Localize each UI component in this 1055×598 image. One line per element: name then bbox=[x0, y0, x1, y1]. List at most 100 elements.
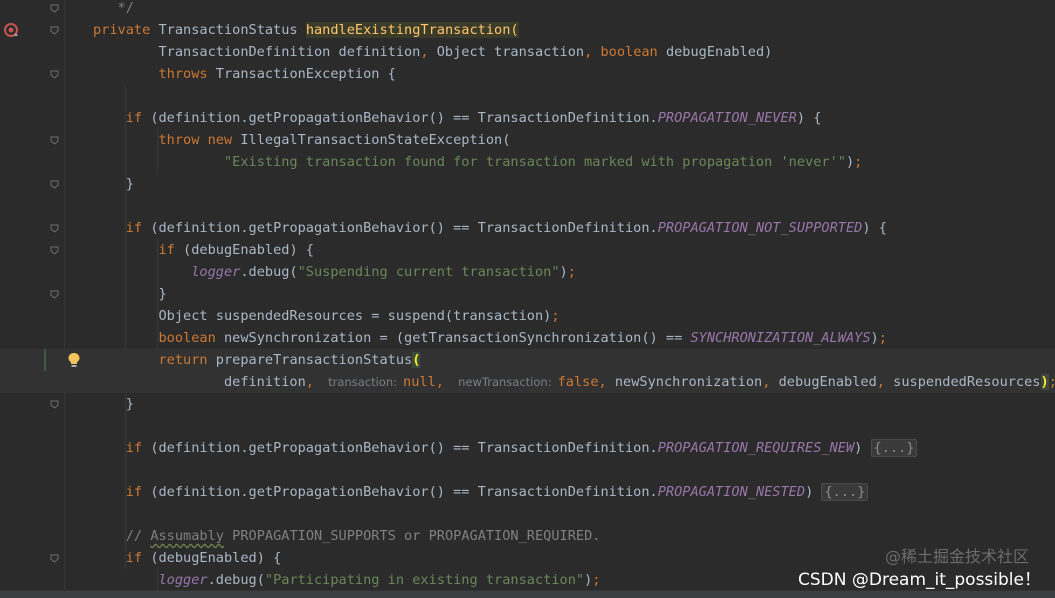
folded-code-block[interactable]: {...} bbox=[870, 439, 918, 457]
fold-arrow-icon[interactable] bbox=[50, 70, 59, 79]
code-token: "Suspending current transaction" bbox=[297, 264, 560, 280]
fold-arrow-icon[interactable] bbox=[50, 224, 59, 233]
code-token: ; bbox=[567, 264, 576, 280]
code-token: Object transaction bbox=[436, 44, 585, 60]
code-line[interactable]: if (definition.getPropagationBehavior() … bbox=[0, 481, 1055, 503]
code-token: if bbox=[125, 110, 151, 126]
code-token: if bbox=[125, 440, 151, 456]
code-line[interactable] bbox=[0, 503, 1055, 525]
fold-arrow-icon[interactable] bbox=[50, 554, 59, 563]
code-token: ; bbox=[551, 308, 560, 324]
fold-arrow-icon[interactable] bbox=[50, 180, 59, 189]
code-line[interactable] bbox=[0, 459, 1055, 481]
code-token: "Participating in existing transaction" bbox=[264, 572, 585, 588]
code-line[interactable]: if (definition.getPropagationBehavior() … bbox=[0, 437, 1055, 459]
code-line[interactable]: Object suspendedResources = suspend(tran… bbox=[0, 305, 1055, 327]
code-token: , bbox=[876, 374, 894, 390]
code-line-text[interactable]: logger.debug("Suspending current transac… bbox=[93, 261, 576, 283]
code-line[interactable]: */ bbox=[0, 0, 1055, 19]
code-line-text[interactable]: if (debugEnabled) { bbox=[93, 547, 282, 569]
code-line-text[interactable]: private TransactionStatus handleExisting… bbox=[93, 19, 519, 41]
code-line[interactable]: return prepareTransactionStatus( bbox=[0, 349, 1055, 393]
code-line-text[interactable]: if (definition.getPropagationBehavior() … bbox=[93, 437, 918, 459]
fold-arrow-icon[interactable] bbox=[50, 136, 59, 145]
code-line[interactable]: TransactionDefinition definition, Object… bbox=[0, 41, 1055, 63]
code-token: ) bbox=[854, 440, 871, 456]
code-line-text[interactable]: // Assumably PROPAGATION_SUPPORTS or PRO… bbox=[93, 525, 601, 547]
code-token: } bbox=[93, 286, 167, 302]
code-line[interactable] bbox=[0, 85, 1055, 107]
code-line-text[interactable]: */ bbox=[93, 0, 134, 19]
lightbulb-icon[interactable] bbox=[67, 352, 81, 368]
fold-arrow-icon[interactable] bbox=[50, 290, 59, 299]
code-line-text[interactable]: throws TransactionException { bbox=[93, 63, 396, 85]
fold-arrow-icon[interactable] bbox=[50, 400, 59, 409]
code-line[interactable]: "Existing transaction found for transact… bbox=[0, 151, 1055, 173]
code-token: PROPAGATION_NESTED bbox=[657, 484, 806, 500]
code-token: handleExistingTransaction bbox=[305, 22, 511, 38]
code-line[interactable]: boolean newSynchronization = (getTransac… bbox=[0, 327, 1055, 349]
code-line[interactable]: throws TransactionException { bbox=[0, 63, 1055, 85]
code-token: null bbox=[403, 374, 436, 390]
code-token: TransactionException { bbox=[215, 66, 396, 82]
fold-arrow-icon[interactable] bbox=[50, 26, 59, 35]
code-line-text[interactable]: "Existing transaction found for transact… bbox=[93, 151, 862, 173]
code-line-text[interactable]: return prepareTransactionStatus( bbox=[93, 349, 421, 371]
code-token: throw new bbox=[158, 132, 241, 148]
code-token: if bbox=[125, 484, 151, 500]
code-line[interactable] bbox=[0, 195, 1055, 217]
code-line[interactable]: logger.debug("Suspending current transac… bbox=[0, 261, 1055, 283]
horizontal-scrollbar[interactable] bbox=[0, 590, 1055, 598]
code-line-text[interactable]: if (debugEnabled) { bbox=[93, 239, 314, 261]
code-line-text[interactable]: TransactionDefinition definition, Object… bbox=[93, 41, 772, 63]
code-line-text[interactable]: Object suspendedResources = suspend(tran… bbox=[93, 305, 560, 327]
code-token: } bbox=[93, 396, 134, 412]
code-token: newSynchronization bbox=[614, 374, 763, 390]
code-line-text[interactable]: boolean newSynchronization = (getTransac… bbox=[93, 327, 886, 349]
code-line[interactable]: if (definition.getPropagationBehavior() … bbox=[0, 107, 1055, 129]
code-token: , bbox=[598, 374, 615, 390]
code-line-text[interactable]: } bbox=[93, 173, 134, 195]
fold-arrow-icon[interactable] bbox=[50, 246, 59, 255]
code-line[interactable]: if (definition.getPropagationBehavior() … bbox=[0, 217, 1055, 239]
folded-code-block[interactable]: {...} bbox=[821, 483, 869, 501]
code-line-text[interactable]: if (definition.getPropagationBehavior() … bbox=[93, 481, 869, 503]
code-line-text[interactable]: definition, transaction: null, newTransac… bbox=[93, 371, 1055, 393]
code-line-text[interactable]: if (definition.getPropagationBehavior() … bbox=[93, 107, 822, 129]
code-line[interactable]: } bbox=[0, 283, 1055, 305]
code-token: IllegalTransactionStateException( bbox=[240, 132, 511, 148]
code-line[interactable] bbox=[0, 415, 1055, 437]
code-token: , bbox=[435, 374, 453, 390]
code-editor[interactable]: */ private TransactionStatus handleExisti… bbox=[0, 0, 1055, 598]
code-token: PROPAGATION_NEVER bbox=[657, 110, 797, 126]
code-token: logger bbox=[191, 264, 241, 280]
code-token: TransactionDefinition definition bbox=[93, 44, 421, 60]
method-breakpoint-icon[interactable] bbox=[3, 22, 19, 38]
code-token: ) bbox=[845, 154, 855, 170]
code-line[interactable]: throw new IllegalTransactionStateExcepti… bbox=[0, 129, 1055, 151]
code-token: ) bbox=[1040, 374, 1049, 390]
code-line[interactable]: definition, transaction: null, newTransac… bbox=[0, 371, 1055, 393]
code-line-text[interactable]: if (definition.getPropagationBehavior() … bbox=[93, 217, 887, 239]
code-line-text[interactable]: } bbox=[93, 283, 167, 305]
code-token: false bbox=[557, 374, 599, 390]
fold-arrow-icon[interactable] bbox=[50, 4, 59, 13]
code-token: , bbox=[420, 44, 437, 60]
code-line[interactable]: if (debugEnabled) { bbox=[0, 239, 1055, 261]
code-line-text[interactable]: throw new IllegalTransactionStateExcepti… bbox=[93, 129, 510, 151]
code-line[interactable]: } bbox=[0, 393, 1055, 415]
code-line-text[interactable]: logger.debug("Participating in existing … bbox=[93, 569, 600, 591]
code-area[interactable]: */ private TransactionStatus handleExisti… bbox=[0, 0, 1055, 598]
code-token: debugEnabled bbox=[778, 374, 877, 390]
code-line[interactable]: } bbox=[0, 173, 1055, 195]
code-token: , bbox=[584, 44, 601, 60]
code-line-text[interactable]: } bbox=[93, 393, 134, 415]
parameter-hint: transaction: bbox=[325, 375, 401, 389]
code-line[interactable]: private TransactionStatus handleExisting… bbox=[0, 19, 1055, 41]
